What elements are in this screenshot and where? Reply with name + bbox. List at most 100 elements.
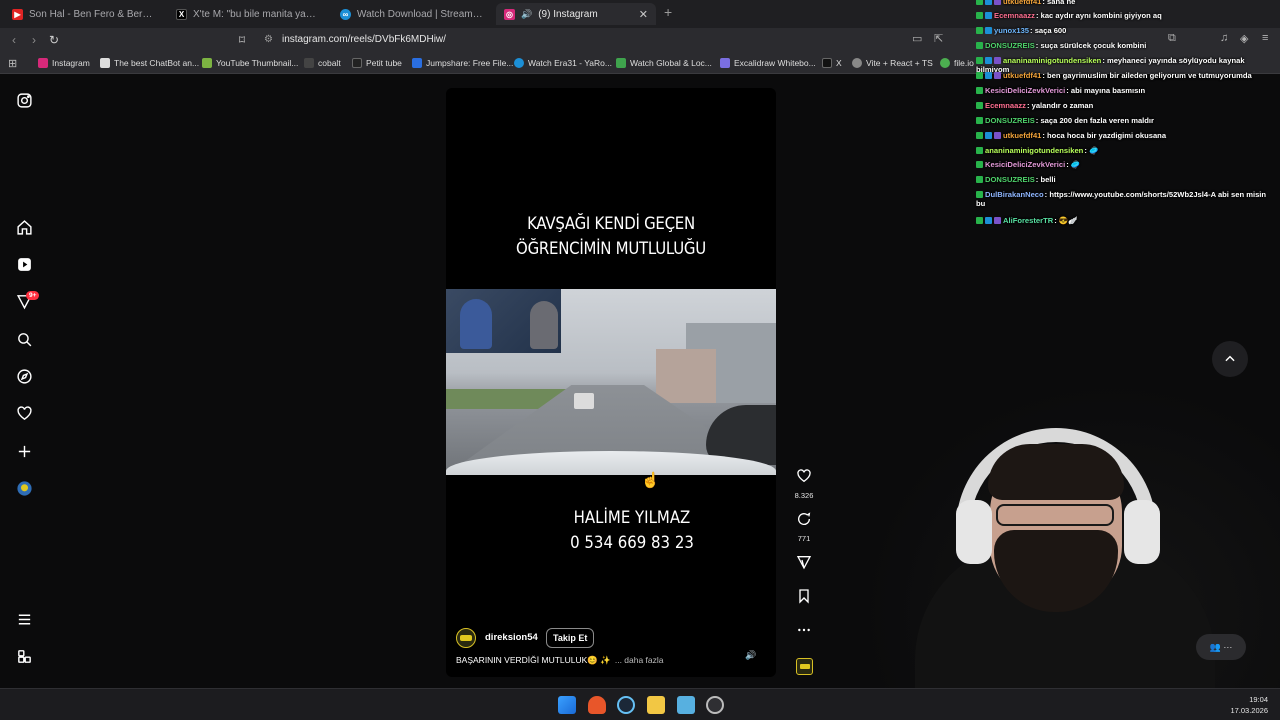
- back-icon[interactable]: ‹: [6, 32, 22, 48]
- chat-text: yalandır o zaman: [1031, 101, 1094, 110]
- x-icon: X: [176, 8, 187, 20]
- bookmark-item[interactable]: Petit tube: [352, 56, 402, 70]
- tab-instagram[interactable]: ◎ 🔊 (9) Instagram ✕: [496, 3, 656, 25]
- bookmark-item[interactable]: Excalidraw Whitebo...: [720, 56, 816, 70]
- follow-button[interactable]: Takip Et: [546, 628, 595, 648]
- url-text: instagram.com/reels/DVbFk6MDHiw/: [282, 34, 446, 45]
- notification-badge: 9+: [26, 291, 40, 300]
- chat-message: utkuefdf41: sana ne: [976, 0, 1276, 6]
- heart-icon: [797, 469, 811, 483]
- chat-text: saça 200 den fazla veren maldır: [1040, 116, 1154, 125]
- chat-badge-icon: [994, 132, 1001, 139]
- bookmark-item[interactable]: Watch Era31 - YaRo...: [514, 56, 612, 70]
- chat-badge-icon: [976, 117, 983, 124]
- tab-x[interactable]: X X'te M: "bu bile manita yapmış https:: [168, 3, 328, 25]
- explore-icon[interactable]: [15, 367, 33, 385]
- heart-icon[interactable]: [15, 404, 33, 422]
- jumpshare-icon: [412, 58, 422, 68]
- chat-text: ben gayrimuslim bir aileden geliyorum ve…: [1047, 71, 1252, 80]
- reels-icon[interactable]: [15, 255, 33, 273]
- chat-badge-icon: [976, 87, 983, 94]
- inset-camera: [446, 289, 561, 353]
- share-icon[interactable]: ⇱: [934, 32, 943, 45]
- bookmark-item[interactable]: Instagram: [38, 56, 90, 70]
- chat-badge-icon: [985, 0, 992, 5]
- comment-button[interactable]: 771: [789, 511, 819, 543]
- chat-badge-icon: [976, 0, 983, 5]
- more-options-button[interactable]: [789, 622, 819, 643]
- bookmark-item[interactable]: cobalt: [304, 56, 341, 70]
- obs-icon[interactable]: [706, 696, 724, 714]
- chat-badge-icon: [985, 27, 992, 34]
- new-tab-button[interactable]: +: [664, 4, 672, 20]
- previous-reel-button[interactable]: [1212, 341, 1248, 377]
- chat-username: DONSUZREIS: [985, 116, 1035, 125]
- photos-icon[interactable]: [677, 696, 695, 714]
- chat-badge-icon: [976, 57, 983, 64]
- chat-message: Ecemnaazz: yalandır o zaman: [976, 101, 1276, 110]
- thumbnail-icon: [202, 58, 212, 68]
- more-menu-icon[interactable]: [15, 610, 33, 628]
- chat-badge-icon: [976, 102, 983, 109]
- video-frame: [446, 289, 776, 475]
- screen: ▶ Son Hal - Ben Fero & Berkcan Güven X X…: [0, 0, 1280, 720]
- system-clock[interactable]: 19:04 17.03.2026: [1230, 694, 1268, 716]
- chat-message: DONSUZREIS: saça 200 den fazla veren mal…: [976, 116, 1276, 125]
- like-button[interactable]: 8.326: [789, 468, 819, 500]
- chat-message: AliForesterTR: 😎🪽: [976, 216, 1276, 225]
- save-button[interactable]: [789, 588, 819, 609]
- start-icon[interactable]: [558, 696, 576, 714]
- bookmark-item[interactable]: file.io: [940, 56, 974, 70]
- bookmark-item[interactable]: YouTube Thumbnail...: [202, 56, 298, 70]
- instagram-icon: [38, 58, 48, 68]
- profile-avatar[interactable]: [15, 479, 33, 497]
- more-link[interactable]: ... daha fazla: [615, 655, 664, 665]
- tab-youtube[interactable]: ▶ Son Hal - Ben Fero & Berkcan Güven: [4, 3, 164, 25]
- chat-badge-icon: [976, 191, 983, 198]
- author-username[interactable]: direksion54: [485, 632, 538, 643]
- steam-icon[interactable]: [617, 696, 635, 714]
- audio-thumbnail[interactable]: [796, 658, 813, 675]
- bookmark-page-icon[interactable]: ⌑: [234, 32, 250, 48]
- url-field[interactable]: ⚙ instagram.com/reels/DVbFk6MDHiw/: [260, 31, 960, 49]
- share-button[interactable]: [789, 554, 819, 575]
- chat-username: DONSUZREIS: [985, 175, 1035, 184]
- also-from-meta-icon[interactable]: [15, 647, 33, 665]
- forward-icon[interactable]: ›: [26, 32, 42, 48]
- volume-icon[interactable]: 🔊: [745, 650, 756, 661]
- bookmark-item[interactable]: X: [822, 56, 842, 70]
- chat-username: DONSUZREIS: [985, 41, 1035, 50]
- tab-label: (9) Instagram: [538, 8, 598, 20]
- reload-icon[interactable]: ↻: [46, 32, 62, 48]
- excalidraw-icon: [720, 58, 730, 68]
- chat-username: AliForesterTR: [1003, 216, 1054, 225]
- chat-text: sana ne: [1047, 0, 1076, 6]
- chat-badge-icon: [985, 72, 992, 79]
- tab-streamable[interactable]: ∞ Watch Download | Streamable: [332, 3, 492, 25]
- chat-badge-icon: [976, 72, 983, 79]
- bookmark-item[interactable]: The best ChatBot an...: [100, 56, 199, 70]
- home-icon[interactable]: [15, 218, 33, 236]
- file-explorer-icon[interactable]: [647, 696, 665, 714]
- close-tab-icon[interactable]: ✕: [639, 8, 648, 21]
- bookmark-item[interactable]: Vite + React + TS: [852, 56, 933, 70]
- cast-icon[interactable]: ▭: [912, 32, 922, 45]
- brave-browser-icon[interactable]: [588, 696, 606, 714]
- site-info-icon[interactable]: ⚙: [264, 31, 273, 49]
- bookmark-item[interactable]: Jumpshare: Free File...: [412, 56, 513, 70]
- chat-username: Ecemnaazz: [985, 101, 1026, 110]
- clock-time: 19:04: [1249, 695, 1268, 704]
- bookmark-item[interactable]: Watch Global & Loc...: [616, 56, 712, 70]
- chat-text: 🥏: [1088, 146, 1099, 155]
- user-avatars-pill[interactable]: 👥 ···: [1196, 634, 1246, 660]
- chat-badge-icon: [976, 27, 983, 34]
- chat-text: belli: [1040, 175, 1056, 184]
- streamable-icon: [514, 58, 524, 68]
- apps-icon[interactable]: ⊞: [8, 56, 17, 70]
- search-icon[interactable]: [15, 330, 33, 348]
- instagram-logo-icon[interactable]: [15, 91, 33, 109]
- chat-badge-icon: [994, 72, 1001, 79]
- reel-video-player[interactable]: KAVŞAĞI KENDİ GEÇEN ÖĞRENCİMİN MUTLULUĞU…: [446, 88, 776, 677]
- author-avatar[interactable]: [456, 628, 476, 648]
- create-icon[interactable]: [15, 442, 33, 460]
